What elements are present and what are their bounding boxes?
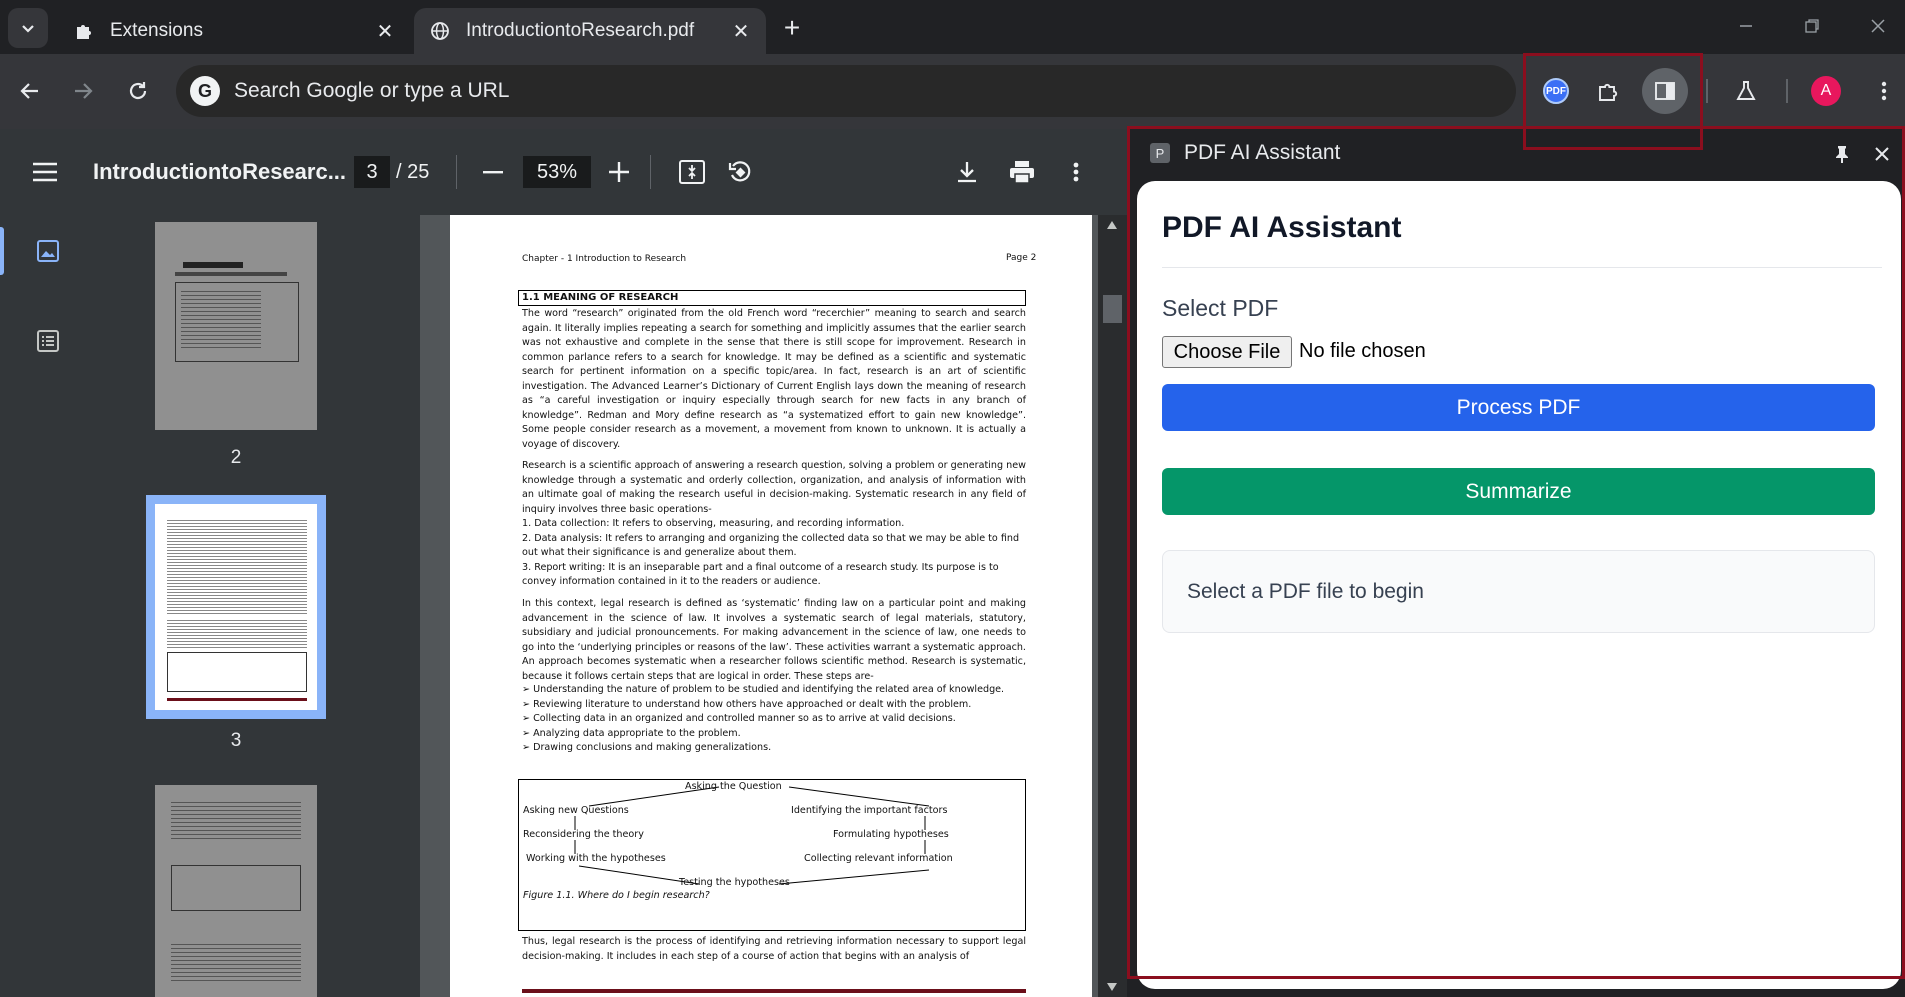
thumbnail-page[interactable] xyxy=(155,222,317,430)
tab-strip: Extensions ✕ IntroductiontoResearch.pdf … xyxy=(0,0,1905,54)
paragraph: Thus, legal research is the process of i… xyxy=(522,936,1026,962)
zoom-in-button[interactable] xyxy=(599,152,639,192)
address-bar[interactable]: G Search Google or type a URL xyxy=(176,65,1516,117)
thumbnail-number: 3 xyxy=(230,730,242,751)
fit-page-icon[interactable] xyxy=(672,152,712,192)
steps-list: ➢ Understanding the nature of problem to… xyxy=(522,683,1026,756)
list-item: 1. Data collection: It refers to observi… xyxy=(522,518,905,529)
tab-label: IntroductiontoResearch.pdf xyxy=(466,20,695,41)
sidebar-selection-indicator xyxy=(0,227,4,275)
section-title: 1.1 MEANING OF RESEARCH xyxy=(518,290,1026,306)
reload-button[interactable] xyxy=(118,71,158,111)
tab-label: Extensions xyxy=(110,20,203,41)
pdf-document-view[interactable]: Chapter - 1 Introduction to Research Pag… xyxy=(420,215,1127,997)
download-icon[interactable] xyxy=(947,152,987,192)
thumbnails-view-icon[interactable] xyxy=(34,237,62,265)
tab-search-button[interactable] xyxy=(8,8,48,48)
paragraph: The word “research” originated from the … xyxy=(522,308,1026,450)
thumbnail-page-selected[interactable] xyxy=(146,495,326,719)
window-close-icon[interactable] xyxy=(1856,8,1900,44)
diagram-label: Working with the hypotheses xyxy=(526,853,666,864)
tab-extensions[interactable]: Extensions ✕ xyxy=(58,8,410,54)
list-item: ➢ Drawing conclusions and making general… xyxy=(522,742,772,753)
side-panel-highlight xyxy=(1127,126,1905,979)
avatar-initial: A xyxy=(1811,76,1841,106)
page-number-input[interactable]: 3 xyxy=(354,156,390,188)
diagram-label: Formulating hypotheses xyxy=(833,829,949,840)
restore-icon[interactable] xyxy=(1790,8,1834,44)
chapter-header: Chapter - 1 Introduction to Research xyxy=(522,254,687,264)
list-item: 3. Report writing: It is an inseparable … xyxy=(522,561,999,588)
plus-icon xyxy=(609,162,629,182)
menu-kebab-icon[interactable] xyxy=(1864,71,1904,111)
print-icon[interactable] xyxy=(1002,152,1042,192)
thumbnail-number: 2 xyxy=(230,447,242,468)
list-item: ➢ Understanding the nature of problem to… xyxy=(522,684,1005,695)
close-icon[interactable]: ✕ xyxy=(370,16,400,46)
thumbnail-page[interactable] xyxy=(155,785,317,997)
chevron-down-icon xyxy=(22,25,34,33)
document-scrollbar[interactable] xyxy=(1098,215,1127,997)
toolbar-extensions-highlight xyxy=(1523,53,1703,150)
new-tab-button[interactable]: + xyxy=(774,10,810,46)
arrow-left-icon xyxy=(20,83,38,99)
operations-list: 1. Data collection: It refers to observi… xyxy=(522,517,1026,590)
labs-flask-icon[interactable] xyxy=(1726,71,1766,111)
paragraph: Research is a scientific approach of ans… xyxy=(522,460,1026,515)
thumbnail-sidebar: 2 3 xyxy=(0,215,446,997)
pdf-page: Chapter - 1 Introduction to Research Pag… xyxy=(450,215,1092,997)
diagram-label: Testing the hypotheses xyxy=(679,877,790,888)
diagram-label: Identifying the important factors xyxy=(791,805,948,816)
outline-view-icon[interactable] xyxy=(34,327,62,355)
pdf-toolbar: IntroductiontoResearc... 3 / 25 53% xyxy=(0,129,1127,215)
profile-avatar[interactable]: A xyxy=(1806,71,1846,111)
back-button[interactable] xyxy=(10,71,50,111)
address-placeholder: Search Google or type a URL xyxy=(234,79,510,102)
page-header: Page 2 xyxy=(1006,253,1037,263)
zoom-out-button[interactable] xyxy=(473,152,513,192)
figure-caption: Figure 1.1. Where do I begin research? xyxy=(523,890,710,901)
tab-pdf[interactable]: IntroductiontoResearch.pdf ✕ xyxy=(414,8,766,54)
hamburger-menu-icon[interactable] xyxy=(25,152,65,192)
diagram-label: Reconsidering the theory xyxy=(523,829,644,840)
puzzle-icon xyxy=(72,19,96,43)
zoom-level-input[interactable]: 53% xyxy=(523,156,591,188)
toolbar-divider xyxy=(1786,79,1788,103)
list-item: ➢ Analyzing data appropriate to the prob… xyxy=(522,727,741,739)
research-cycle-diagram: Asking the Question Asking new Questions… xyxy=(518,779,1026,931)
forward-button[interactable] xyxy=(63,71,103,111)
minimize-icon[interactable] xyxy=(1724,8,1768,44)
paragraph: In this context, legal research is defin… xyxy=(522,598,1026,682)
page-footer-rule xyxy=(522,989,1026,993)
google-icon: G xyxy=(190,76,220,106)
page-total: / 25 xyxy=(396,161,430,183)
close-icon[interactable]: ✕ xyxy=(726,16,756,46)
minus-icon xyxy=(483,171,503,174)
diagram-label: Asking the Question xyxy=(685,781,782,792)
list-item: 2. Data analysis: It refers to arranging… xyxy=(522,532,1020,559)
globe-icon xyxy=(428,19,452,43)
diagram-label: Asking new Questions xyxy=(523,805,629,816)
arrow-right-icon xyxy=(75,83,93,99)
diagram-label: Collecting relevant information xyxy=(804,853,953,864)
more-options-icon[interactable] xyxy=(1056,152,1096,192)
list-item: ➢ Reviewing literature to understand how… xyxy=(522,698,972,710)
toolbar-divider xyxy=(1706,79,1708,103)
pdf-divider xyxy=(456,155,457,189)
rotate-icon[interactable] xyxy=(720,152,760,192)
pdf-divider xyxy=(650,155,651,189)
list-item: ➢ Collecting data in an organized and co… xyxy=(522,713,956,724)
pdf-title: IntroductiontoResearc... xyxy=(93,159,347,184)
reload-icon xyxy=(129,82,147,100)
